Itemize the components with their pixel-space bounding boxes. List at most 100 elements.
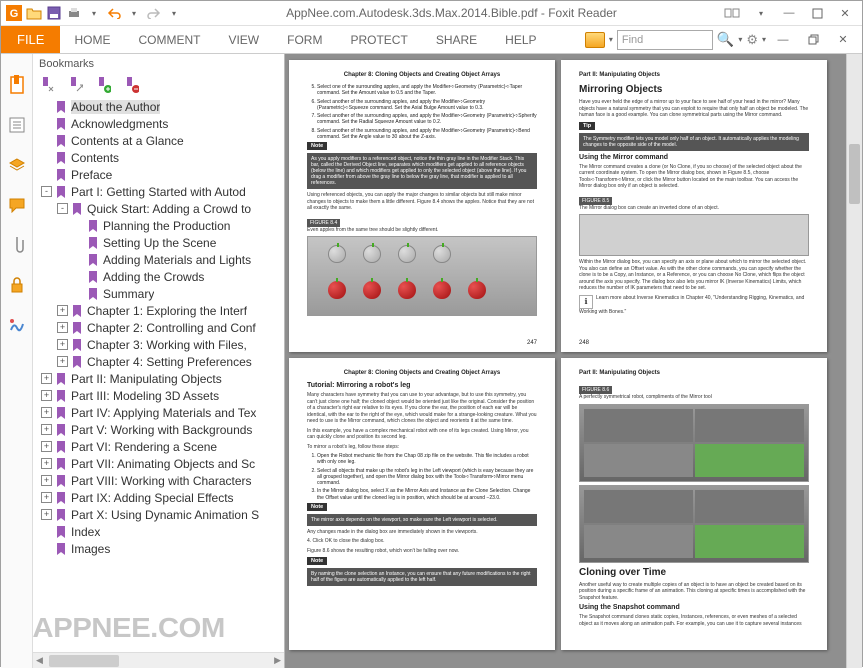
bookmark-item[interactable]: Planning the Production <box>37 217 282 234</box>
expand-icon[interactable]: + <box>41 458 52 469</box>
ribbon-options-dropdown[interactable]: ▾ <box>748 4 774 22</box>
expand-icon[interactable]: + <box>41 441 52 452</box>
bookmark-item[interactable]: Contents <box>37 149 282 166</box>
collapse-icon[interactable]: - <box>57 203 68 214</box>
folder-dropdown[interactable]: ▾ <box>609 35 613 44</box>
settings-dropdown[interactable]: ▾ <box>762 35 766 44</box>
tab-help[interactable]: HELP <box>491 26 550 53</box>
bookmark-item[interactable]: Images <box>37 540 282 557</box>
bookmark-ribbon-icon <box>54 423 68 437</box>
bookmark-item[interactable]: +Part IX: Adding Special Effects <box>37 489 282 506</box>
bookmark-item[interactable]: +Chapter 2: Controlling and Conf <box>37 319 282 336</box>
tab-form[interactable]: FORM <box>273 26 336 53</box>
expand-icon[interactable]: + <box>41 390 52 401</box>
bookmark-label: Chapter 1: Exploring the Interf <box>87 304 247 318</box>
security-panel-icon[interactable] <box>6 274 28 296</box>
bookmarks-panel-icon[interactable] <box>6 74 28 96</box>
redo-icon[interactable] <box>145 4 163 22</box>
close-button[interactable]: ✕ <box>832 4 858 22</box>
collapse-icon[interactable]: - <box>41 186 52 197</box>
bookmark-item[interactable]: +Part V: Working with Backgrounds <box>37 421 282 438</box>
tab-view[interactable]: VIEW <box>214 26 273 53</box>
comments-panel-icon[interactable] <box>6 194 28 216</box>
page-header: Chapter 8: Cloning Objects and Creating … <box>307 72 537 78</box>
ribbon-minimize-icon[interactable] <box>720 4 746 22</box>
expand-icon[interactable]: + <box>41 492 52 503</box>
file-tab[interactable]: FILE <box>1 26 60 53</box>
layers-panel-icon[interactable] <box>6 154 28 176</box>
bookmark-item[interactable]: +Chapter 3: Working with Files, <box>37 336 282 353</box>
bookmark-item[interactable]: Contents at a Glance <box>37 132 282 149</box>
tree-spacer <box>41 118 52 129</box>
bookmark-item[interactable]: +Part VI: Rendering a Scene <box>37 438 282 455</box>
tab-home[interactable]: HOME <box>60 26 124 53</box>
bookmark-item[interactable]: -Quick Start: Adding a Crowd to <box>37 200 282 217</box>
settings-icon[interactable]: ⚙ <box>746 32 758 48</box>
bookmark-item[interactable]: +Part VIII: Working with Characters <box>37 472 282 489</box>
bookmark-item[interactable]: Adding Materials and Lights <box>37 251 282 268</box>
tree-spacer <box>41 169 52 180</box>
signatures-panel-icon[interactable] <box>6 314 28 336</box>
expand-icon[interactable]: + <box>41 509 52 520</box>
doc-close-button[interactable]: ✕ <box>830 31 856 49</box>
tree-spacer <box>41 543 52 554</box>
doc-restore-button[interactable] <box>800 31 826 49</box>
expand-icon[interactable]: + <box>57 339 68 350</box>
paragraph: Within the Mirror dialog box, you can sp… <box>579 259 809 292</box>
tab-share[interactable]: SHARE <box>422 26 491 53</box>
bookmark-item[interactable]: Adding the Crowds <box>37 268 282 285</box>
save-icon[interactable] <box>45 4 63 22</box>
bookmark-item[interactable]: -Part I: Getting Started with Autod <box>37 183 282 200</box>
bookmark-ribbon-icon <box>70 338 84 352</box>
folder-icon[interactable] <box>585 32 605 48</box>
expand-icon[interactable]: + <box>41 424 52 435</box>
search-input[interactable]: Find <box>617 30 713 50</box>
bookmark-item[interactable]: Index <box>37 523 282 540</box>
bookmark-item[interactable]: Acknowledgments <box>37 115 282 132</box>
expand-icon[interactable]: + <box>57 322 68 333</box>
bookmark-item[interactable]: Preface <box>37 166 282 183</box>
search-dropdown[interactable]: ▾ <box>738 35 742 44</box>
undo-icon[interactable] <box>105 4 123 22</box>
bookmark-item[interactable]: + Part X: Using Dynamic Animation S <box>37 506 282 523</box>
bookmark-item[interactable]: +Part VII: Animating Objects and Sc <box>37 455 282 472</box>
bookmark-item[interactable]: +Part III: Modeling 3D Assets <box>37 387 282 404</box>
search-icon[interactable]: 🔍 <box>717 31 734 48</box>
bookmark-item[interactable]: Setting Up the Scene <box>37 234 282 251</box>
tab-comment[interactable]: COMMENT <box>124 26 214 53</box>
bookmark-item[interactable]: +Chapter 4: Setting Preferences <box>37 353 282 370</box>
bookmark-ribbon-icon <box>86 236 100 250</box>
bookmark-label: Planning the Production <box>103 219 230 233</box>
bookmark-item[interactable]: +Part IV: Applying Materials and Tex <box>37 404 282 421</box>
delete-bookmark-icon[interactable] <box>125 77 141 93</box>
maximize-button[interactable] <box>804 4 830 22</box>
document-view[interactable]: Chapter 8: Cloning Objects and Creating … <box>285 54 862 668</box>
expand-icon[interactable]: + <box>41 475 52 486</box>
redo-dropdown[interactable]: ▾ <box>165 4 183 22</box>
bookmark-item[interactable]: Summary <box>37 285 282 302</box>
pages-panel-icon[interactable] <box>6 114 28 136</box>
tree-spacer <box>73 288 84 299</box>
vertical-scrollbar[interactable] <box>846 54 862 668</box>
tab-protect[interactable]: PROTECT <box>336 26 421 53</box>
bookmark-item[interactable]: +Part II: Manipulating Objects <box>37 370 282 387</box>
expand-icon[interactable]: + <box>41 373 52 384</box>
new-bookmark-icon[interactable] <box>97 77 113 93</box>
expand-icon[interactable]: + <box>57 356 68 367</box>
bookmark-item[interactable]: About the Author <box>37 98 282 115</box>
expand-icon[interactable]: + <box>57 305 68 316</box>
collapse-all-icon[interactable] <box>69 77 85 93</box>
open-icon[interactable] <box>25 4 43 22</box>
bookmark-item[interactable]: + Chapter 1: Exploring the Interf <box>37 302 282 319</box>
minimize-button[interactable]: — <box>776 4 802 22</box>
attachments-panel-icon[interactable] <box>6 234 28 256</box>
undo-dropdown[interactable]: ▾ <box>125 4 143 22</box>
page-header: Part II: Manipulating Objects <box>579 370 809 376</box>
doc-minimize-button[interactable]: — <box>770 31 796 49</box>
expand-icon[interactable]: + <box>41 407 52 418</box>
print-icon[interactable] <box>65 4 83 22</box>
qat-dropdown[interactable]: ▾ <box>85 4 103 22</box>
bookmark-label: Part X: Using Dynamic Animation S <box>71 508 259 522</box>
expand-all-icon[interactable] <box>41 77 57 93</box>
bookmarks-horizontal-scrollbar[interactable]: ◀▶ <box>33 652 284 668</box>
